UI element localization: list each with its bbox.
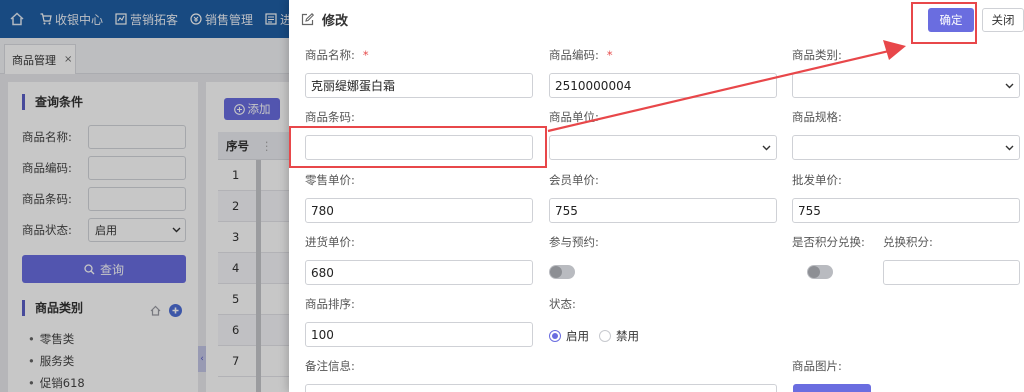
- annotation-arrow: [547, 40, 906, 133]
